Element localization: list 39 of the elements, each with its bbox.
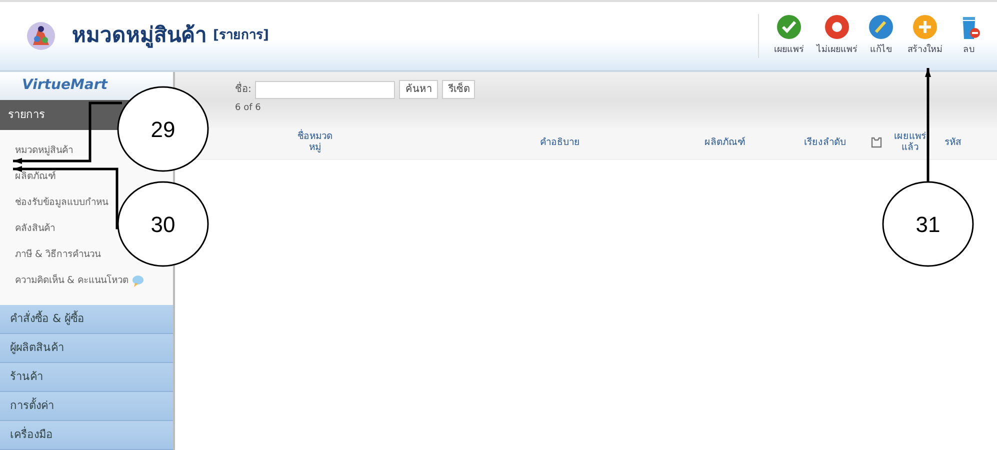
ordering-icon[interactable] <box>870 137 882 148</box>
callout-number: 30 <box>150 212 176 237</box>
logo-icon <box>26 21 56 51</box>
plus-icon <box>912 14 938 40</box>
column-header[interactable]: เผยแพร่แล้ว <box>887 132 933 154</box>
speech-bubble-icon <box>132 274 146 287</box>
toolbar-button[interactable]: แก้ไข <box>863 14 899 58</box>
sidebar-group[interactable]: การตั้งค่า <box>0 392 173 421</box>
circle-icon <box>824 14 850 40</box>
page-subtitle: [รายการ] <box>213 27 269 46</box>
check-icon <box>776 14 802 40</box>
page-title: หมวดหมู่สินค้า <box>72 22 207 50</box>
sidebar-group[interactable]: ผู้ผลิตสินค้า <box>0 334 173 363</box>
sidebar-item[interactable]: หมวดหมู่สินค้า <box>15 144 73 158</box>
column-header[interactable]: เรียงลำดับ <box>802 138 848 149</box>
column-header[interactable]: ผลิตภัณฑ์ <box>704 137 746 148</box>
toolbar-button[interactable]: ไม่เผยแพร่ <box>815 14 859 58</box>
sidebar-group[interactable]: คำสั่งซื้อ & ผู้ซื้อ <box>0 305 173 334</box>
sidebar-item[interactable]: ช่องรับข้อมูลแบบกำหน <box>15 196 108 210</box>
sidebar-item[interactable]: ผลิตภัณฑ์ <box>15 170 56 184</box>
sidebar-group[interactable]: เครื่องมือ <box>0 421 173 450</box>
filter-button[interactable]: ค้นหา <box>399 80 438 99</box>
filter-button[interactable]: รีเซ็ต <box>442 80 476 99</box>
sidebar-section-header[interactable]: รายการ <box>8 106 45 124</box>
column-header[interactable]: คำอธิบาย <box>540 137 580 148</box>
filter-label: ชื่อ: <box>235 82 252 97</box>
sidebar-item[interactable]: ความคิดเห็น & คะแนนโหวต <box>15 274 128 288</box>
pencil-icon <box>868 14 894 40</box>
toolbar-button[interactable]: สร้างใหม่ <box>903 14 947 58</box>
search-field[interactable] <box>255 80 396 98</box>
toolbar-button[interactable]: ลบ <box>951 14 987 58</box>
callout-number: 31 <box>916 212 940 237</box>
sidebar-item[interactable]: ภาษี & วิธีการคำนวน <box>15 248 100 262</box>
callout-number: 29 <box>150 117 176 142</box>
sidebar-group[interactable]: ร้านค้า <box>0 363 173 392</box>
column-header[interactable]: รหัส <box>944 137 962 148</box>
sidebar-item[interactable]: คลังสินค้า <box>15 222 55 236</box>
result-count: 6 of 6 <box>235 102 262 115</box>
toolbar-button[interactable]: เผยแพร่ <box>767 14 811 58</box>
